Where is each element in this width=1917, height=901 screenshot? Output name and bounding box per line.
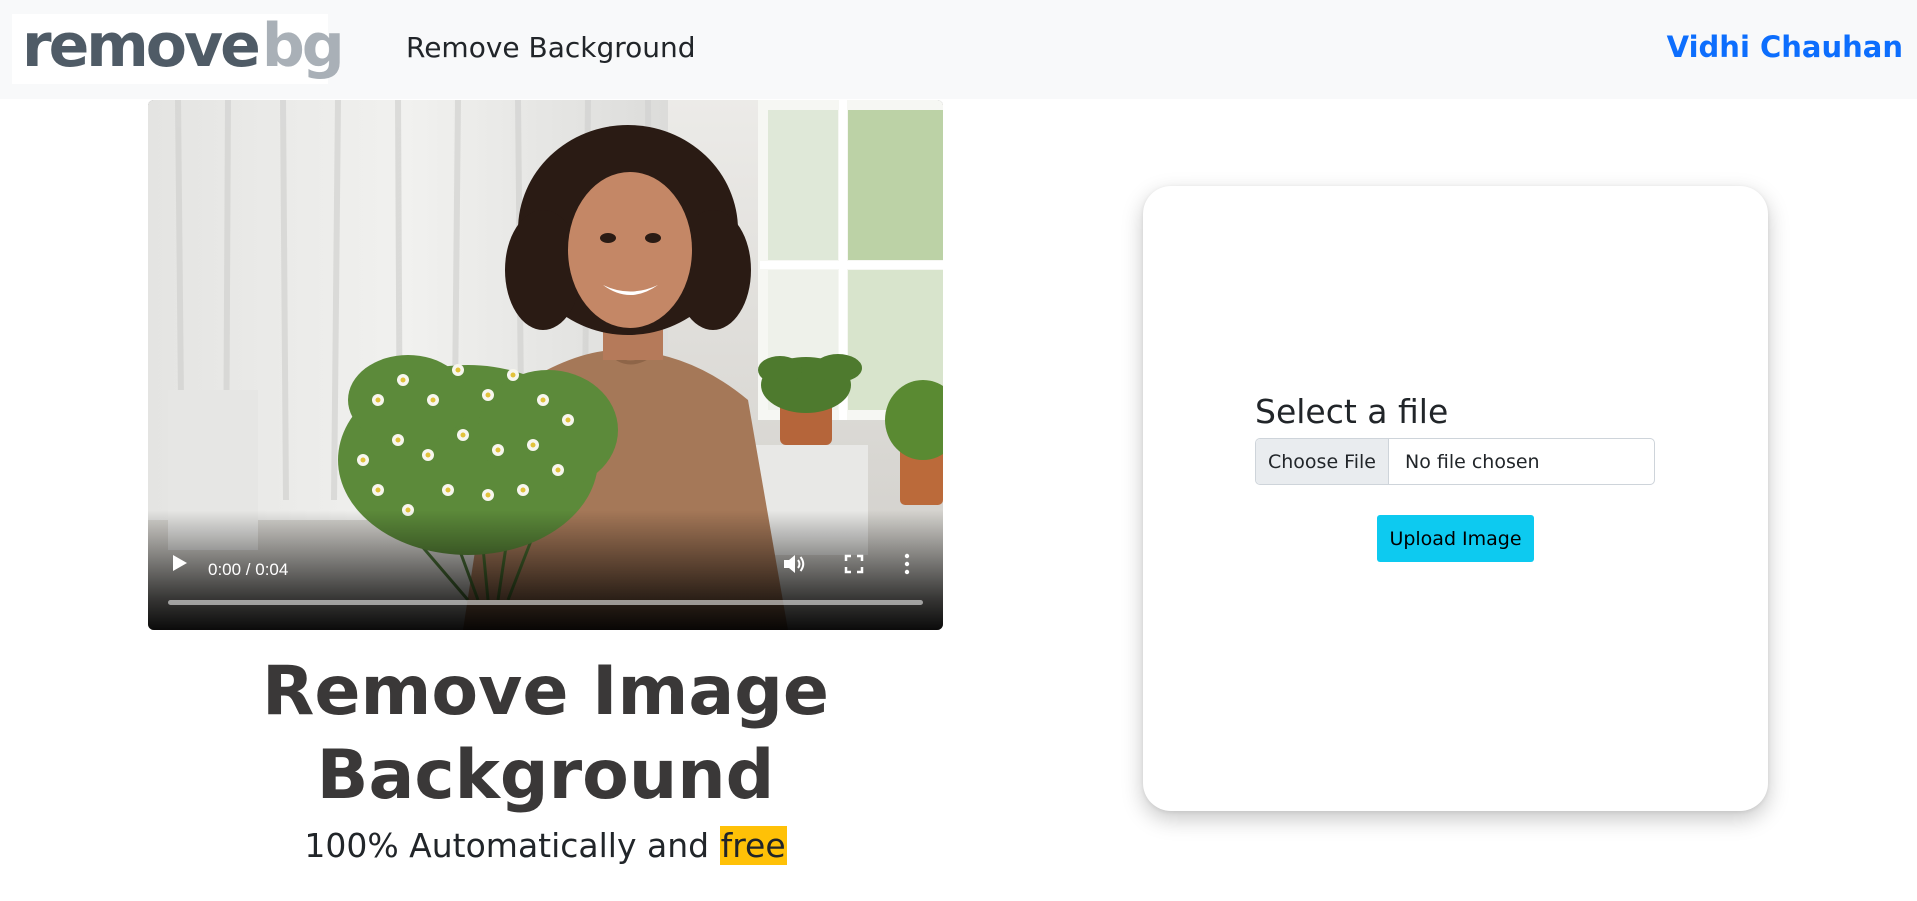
upload-card: Select a file Choose File No file chosen… [1143,186,1768,811]
brand-logo[interactable]: removebg [12,14,345,84]
video-time-display: 0:00 / 0:04 [208,560,289,579]
play-icon[interactable] [170,552,190,574]
video-player[interactable]: 0:00 / 0:04 [148,100,943,630]
hero-headline: Remove Image Background [148,650,943,818]
file-input[interactable]: Choose File No file chosen [1255,438,1655,485]
file-status-text: No file chosen [1405,450,1540,473]
user-name-link[interactable]: Vidhi Chauhan [1667,30,1903,64]
nav-title[interactable]: Remove Background [406,31,696,64]
fullscreen-icon[interactable] [843,553,865,575]
hero-subtext: 100% Automatically and free [148,826,943,865]
more-options-icon[interactable] [903,552,911,576]
headline-line-1: Remove Image [261,652,829,731]
choose-file-button[interactable]: Choose File [1256,439,1389,484]
upload-image-button[interactable]: Upload Image [1377,515,1534,562]
navbar: removebg Remove Background Vidhi Chauhan [0,0,1917,99]
headline-line-2: Background [316,736,775,815]
select-file-label: Select a file [1255,392,1449,431]
volume-icon[interactable] [782,552,808,576]
subtext-highlight: free [719,826,787,865]
subtext-main: 100% Automatically and [304,826,720,865]
video-progress-bar[interactable] [168,600,923,605]
brand-wordmark: removebg [22,11,345,81]
